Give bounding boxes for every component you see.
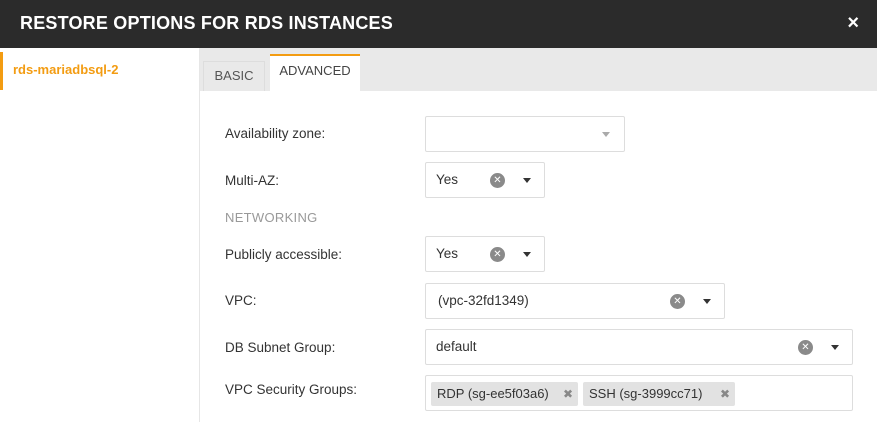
dialog-title: RESTORE OPTIONS FOR RDS INSTANCES xyxy=(20,13,393,33)
multi-az-select[interactable]: Yes ✕ xyxy=(425,162,545,198)
dialog-titlebar: RESTORE OPTIONS FOR RDS INSTANCES × xyxy=(0,0,877,48)
tab-basic[interactable]: BASIC xyxy=(203,61,265,91)
sidebar-item-label: rds-mariadbsql-2 xyxy=(13,62,119,77)
publicly-accessible-select[interactable]: Yes ✕ xyxy=(425,236,545,272)
vpc-value: (vpc-32fd1349) xyxy=(438,293,529,308)
sidebar: rds-mariadbsql-2 xyxy=(0,48,200,422)
clear-icon[interactable]: ✕ xyxy=(798,340,813,355)
chevron-down-icon[interactable] xyxy=(831,345,839,350)
main-panel: BASIC ADVANCED Availability zone: Multi-… xyxy=(200,48,877,422)
tab-bar: BASIC ADVANCED xyxy=(200,48,877,91)
security-group-tag-label: RDP (sg-ee5f03a6) xyxy=(437,386,549,401)
clear-icon[interactable]: ✕ xyxy=(670,294,685,309)
security-group-tag: SSH (sg-3999cc71) ✖ xyxy=(583,382,735,406)
vpc-select[interactable]: (vpc-32fd1349) ✕ xyxy=(425,283,725,319)
sidebar-item-rds-mariadbsql-2[interactable]: rds-mariadbsql-2 xyxy=(0,52,200,90)
chevron-down-icon[interactable] xyxy=(703,299,711,304)
availability-zone-select[interactable] xyxy=(425,116,625,152)
publicly-accessible-value: Yes xyxy=(436,246,459,261)
db-subnet-group-value: default xyxy=(436,339,477,354)
chevron-down-icon[interactable] xyxy=(523,178,531,183)
chevron-down-icon xyxy=(602,132,610,137)
remove-tag-icon[interactable]: ✖ xyxy=(563,382,573,406)
db-subnet-group-label: DB Subnet Group: xyxy=(225,340,336,355)
vpc-security-groups-multiselect[interactable]: RDP (sg-ee5f03a6) ✖ SSH (sg-3999cc71) ✖ xyxy=(425,375,853,411)
clear-icon[interactable]: ✕ xyxy=(490,247,505,262)
vpc-security-groups-label: VPC Security Groups: xyxy=(225,382,358,397)
availability-zone-label: Availability zone: xyxy=(225,126,326,141)
vpc-label: VPC: xyxy=(225,293,257,308)
security-group-tag-label: SSH (sg-3999cc71) xyxy=(589,386,703,401)
db-subnet-group-select[interactable]: default ✕ xyxy=(425,329,853,365)
publicly-accessible-label: Publicly accessible: xyxy=(225,247,343,262)
tab-advanced[interactable]: ADVANCED xyxy=(270,54,360,91)
remove-tag-icon[interactable]: ✖ xyxy=(720,382,730,406)
multi-az-value: Yes xyxy=(436,172,459,187)
chevron-down-icon[interactable] xyxy=(523,252,531,257)
networking-heading: NETWORKING xyxy=(225,210,318,225)
close-icon[interactable]: × xyxy=(847,13,859,33)
clear-icon[interactable]: ✕ xyxy=(490,173,505,188)
multi-az-label: Multi-AZ: xyxy=(225,173,279,188)
security-group-tag: RDP (sg-ee5f03a6) ✖ xyxy=(431,382,578,406)
